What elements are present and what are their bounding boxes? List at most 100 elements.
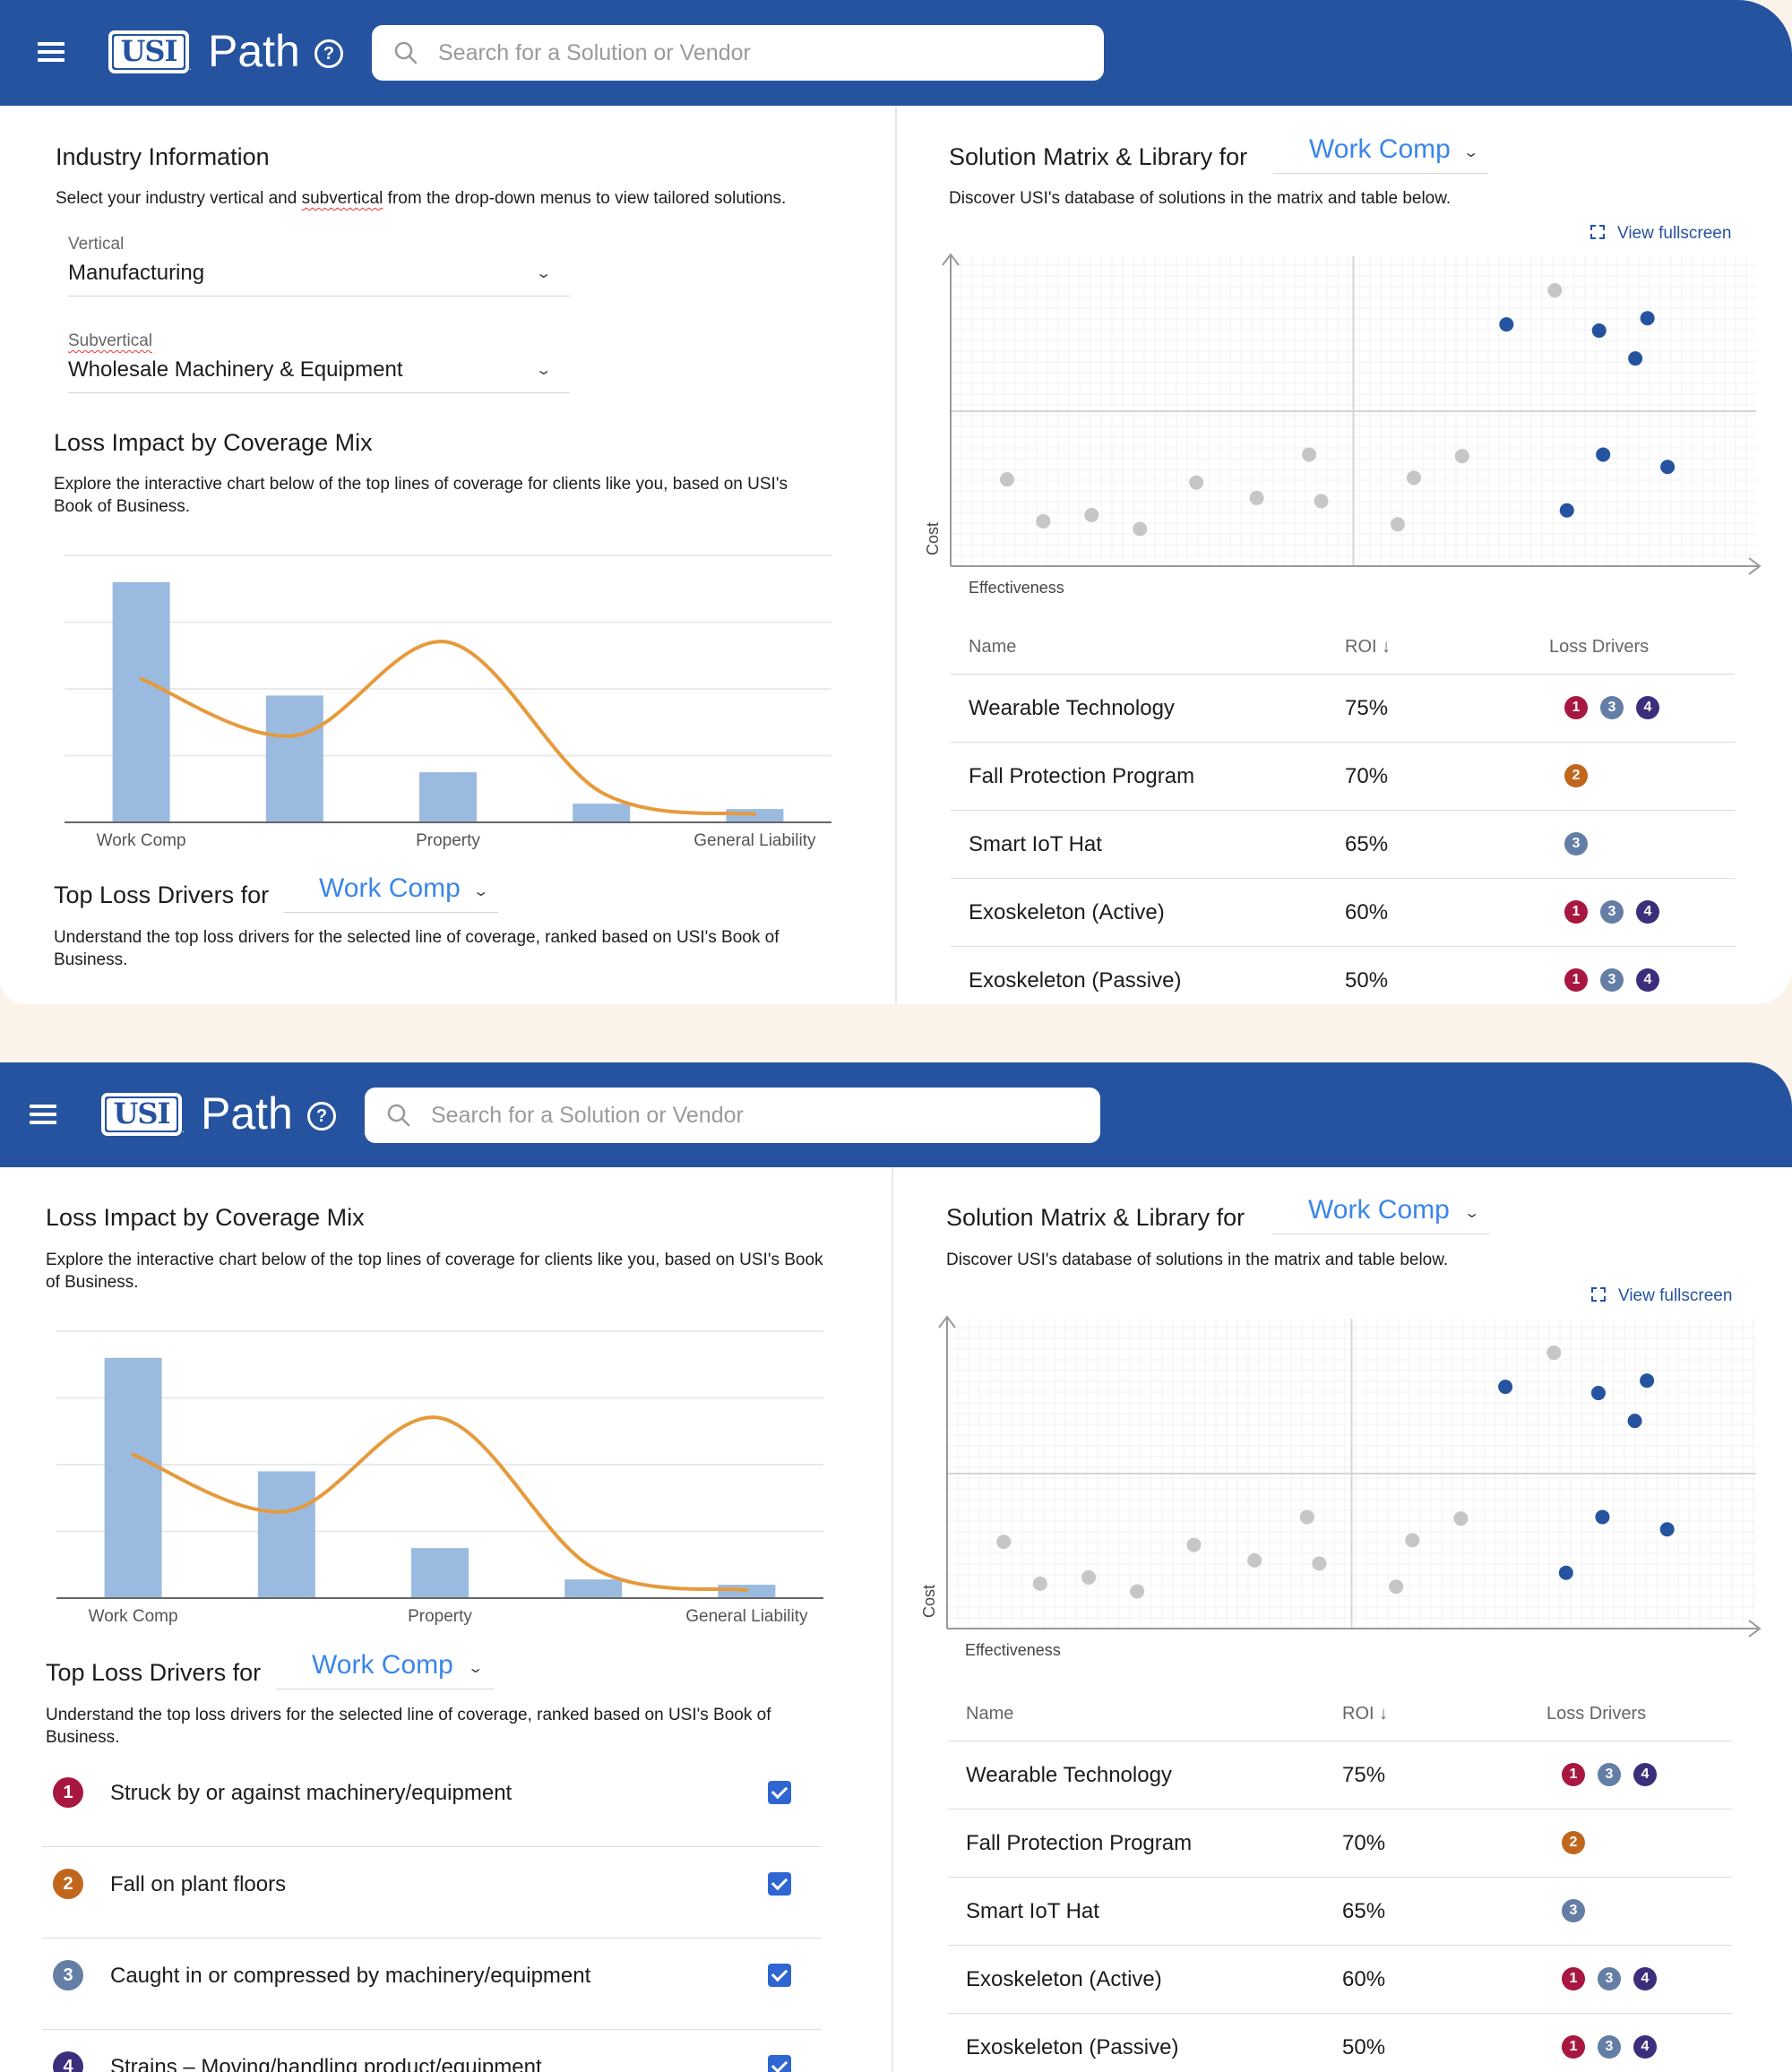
scatter-point bbox=[1390, 517, 1405, 532]
solution-name: Exoskeleton (Active) bbox=[969, 900, 1165, 924]
checkbox-checked[interactable] bbox=[768, 1872, 791, 1896]
loss-driver-badge: 4 bbox=[1636, 900, 1659, 924]
table-row[interactable]: Fall Protection Program 70% 2 bbox=[948, 1810, 1732, 1878]
x-tick-label: Work Comp bbox=[97, 831, 186, 850]
table-row[interactable]: Exoskeleton (Passive) 50% 1 3 4 bbox=[948, 2014, 1732, 2072]
app-bar: USI . Path ? bbox=[0, 0, 1792, 106]
scatter-point bbox=[1595, 1509, 1610, 1525]
search-box[interactable] bbox=[365, 1088, 1100, 1143]
solution-roi: 70% bbox=[1345, 764, 1389, 788]
solution-matrix-chart[interactable]: Cost Effectiveness bbox=[921, 249, 1763, 598]
loss-impact-description: Explore the interactive chart below of t… bbox=[54, 475, 788, 516]
loss-impact-chart[interactable]: Work Comp Property General Liability bbox=[46, 1313, 834, 1636]
table-row[interactable]: Smart IoT Hat 65% 3 bbox=[948, 1878, 1732, 1946]
bar-2 bbox=[411, 1548, 469, 1598]
table-row[interactable]: Smart IoT Hat 65% 3 bbox=[951, 811, 1735, 879]
solution-name: Exoskeleton (Passive) bbox=[969, 968, 1182, 993]
sort-arrow-icon: ↓ bbox=[1379, 1704, 1389, 1724]
x-tick-label: Property bbox=[408, 1607, 472, 1626]
loss-driver-item[interactable]: 1 Struck by or against machinery/equipmen… bbox=[42, 1756, 822, 1847]
top-drivers-title: Top Loss Drivers for bbox=[54, 881, 270, 908]
industry-title: Industry Information bbox=[56, 143, 270, 170]
loss-driver-label: Struck by or against machinery/equipment bbox=[110, 1781, 513, 1805]
usi-logo[interactable]: USI bbox=[101, 1093, 182, 1136]
search-input[interactable] bbox=[431, 1098, 1058, 1132]
y-axis-label: Cost bbox=[920, 1585, 938, 1618]
search-box[interactable] bbox=[372, 25, 1104, 81]
scatter-point bbox=[1596, 447, 1611, 462]
loss-driver-badge: 1 bbox=[1562, 1763, 1585, 1786]
scatter-point bbox=[999, 472, 1014, 487]
solution-roi: 65% bbox=[1342, 1899, 1386, 1923]
solution-matrix-chart[interactable]: Cost Effectiveness bbox=[918, 1311, 1763, 1664]
y-axis-label: Cost bbox=[924, 522, 942, 555]
scatter-point bbox=[1406, 470, 1421, 486]
column-header-roi[interactable]: ROI ↓ bbox=[1342, 1704, 1388, 1724]
menu-icon[interactable] bbox=[38, 42, 65, 62]
search-input[interactable] bbox=[438, 36, 1065, 70]
loss-driver-item[interactable]: 2 Fall on plant floors bbox=[42, 1847, 822, 1939]
column-header-roi[interactable]: ROI ↓ bbox=[1345, 637, 1391, 658]
table-header: Name ROI ↓ Loss Drivers bbox=[951, 630, 1735, 675]
vertical-label: Vertical bbox=[68, 235, 125, 254]
vertical-select[interactable]: Manufacturing ⌄ bbox=[68, 261, 570, 297]
scatter-point bbox=[1454, 449, 1469, 464]
help-icon[interactable]: ? bbox=[307, 1102, 336, 1131]
loss-driver-badge: 3 bbox=[1564, 832, 1588, 855]
loss-driver-badges: 134 bbox=[1562, 2035, 1669, 2059]
loss-driver-item[interactable]: 4 Strains – Moving/handling product/equip… bbox=[42, 2030, 822, 2072]
solution-name: Exoskeleton (Passive) bbox=[966, 2035, 1179, 2059]
scatter-point bbox=[1247, 1552, 1262, 1568]
subvertical-label: Subvertical bbox=[68, 331, 152, 350]
scatter-point bbox=[1640, 1373, 1655, 1388]
solution-coverage-select[interactable]: Work Comp ⌄ bbox=[1273, 133, 1488, 174]
x-tick-label: Property bbox=[416, 831, 480, 850]
bar-3 bbox=[573, 804, 631, 822]
x-tick-label: General Liability bbox=[694, 831, 816, 850]
table-row[interactable]: Exoskeleton (Active) 60% 1 3 4 bbox=[951, 879, 1735, 947]
loss-driver-badge: 3 bbox=[1600, 696, 1624, 719]
column-header-name[interactable]: Name bbox=[966, 1704, 1013, 1724]
scatter-point bbox=[1189, 475, 1204, 490]
menu-icon[interactable] bbox=[30, 1105, 56, 1124]
loss-driver-badge: 1 bbox=[1562, 2035, 1585, 2059]
checkbox-checked[interactable] bbox=[768, 1781, 791, 1804]
chevron-down-icon: ⌄ bbox=[535, 266, 553, 281]
column-divider bbox=[895, 106, 897, 1004]
table-row[interactable]: Exoskeleton (Passive) 50% 1 3 4 bbox=[951, 947, 1735, 1004]
solution-description: Discover USI's database of solutions in … bbox=[949, 189, 1452, 208]
table-row[interactable]: Wearable Technology 75% 1 3 4 bbox=[948, 1741, 1732, 1810]
loss-driver-badge: 4 bbox=[1636, 968, 1659, 992]
view-fullscreen-link[interactable]: View fullscreen bbox=[1591, 1286, 1732, 1306]
solution-name: Smart IoT Hat bbox=[966, 1899, 1099, 1923]
usi-logo[interactable]: USI bbox=[108, 30, 189, 73]
scatter-point bbox=[1314, 494, 1329, 509]
sort-arrow-icon: ↓ bbox=[1382, 637, 1391, 657]
scatter-point bbox=[1249, 490, 1264, 505]
table-row[interactable]: Wearable Technology 75% 1 3 4 bbox=[951, 675, 1735, 743]
table-row[interactable]: Fall Protection Program 70% 2 bbox=[951, 743, 1735, 811]
loss-impact-chart[interactable]: Work Comp Property General Liability bbox=[54, 537, 842, 860]
scatter-point bbox=[1312, 1556, 1327, 1571]
top-drivers-coverage-select[interactable]: Work Comp ⌄ bbox=[276, 1648, 495, 1689]
table-row[interactable]: Exoskeleton (Active) 60% 1 3 4 bbox=[948, 1946, 1732, 2014]
top-drivers-coverage-select[interactable]: Work Comp ⌄ bbox=[283, 872, 498, 913]
loss-driver-badges: 134 bbox=[1564, 900, 1672, 924]
loss-driver-badge: 4 bbox=[1636, 696, 1659, 719]
loss-driver-badges: 134 bbox=[1564, 968, 1672, 992]
checkbox-checked[interactable] bbox=[768, 1964, 791, 1987]
loss-driver-badge: 3 bbox=[1562, 1899, 1585, 1922]
help-icon[interactable]: ? bbox=[314, 39, 343, 68]
loss-driver-badge: 3 bbox=[1598, 1763, 1621, 1786]
solution-coverage-select[interactable]: Work Comp ⌄ bbox=[1272, 1193, 1489, 1234]
loss-driver-badges: 3 bbox=[1564, 832, 1600, 855]
loss-driver-item[interactable]: 3 Caught in or compressed by machinery/eq… bbox=[42, 1939, 822, 2030]
loss-driver-badges: 134 bbox=[1564, 696, 1672, 719]
loss-impact-title: Loss Impact by Coverage Mix bbox=[54, 429, 373, 456]
loss-driver-badge: 1 bbox=[1564, 696, 1588, 719]
subvertical-select[interactable]: Wholesale Machinery & Equipment ⌄ bbox=[68, 357, 570, 393]
view-fullscreen-link[interactable]: View fullscreen bbox=[1590, 224, 1731, 244]
checkbox-checked[interactable] bbox=[768, 2055, 791, 2072]
column-header-name[interactable]: Name bbox=[969, 637, 1016, 658]
loss-driver-label: Caught in or compressed by machinery/equ… bbox=[110, 1964, 591, 1988]
